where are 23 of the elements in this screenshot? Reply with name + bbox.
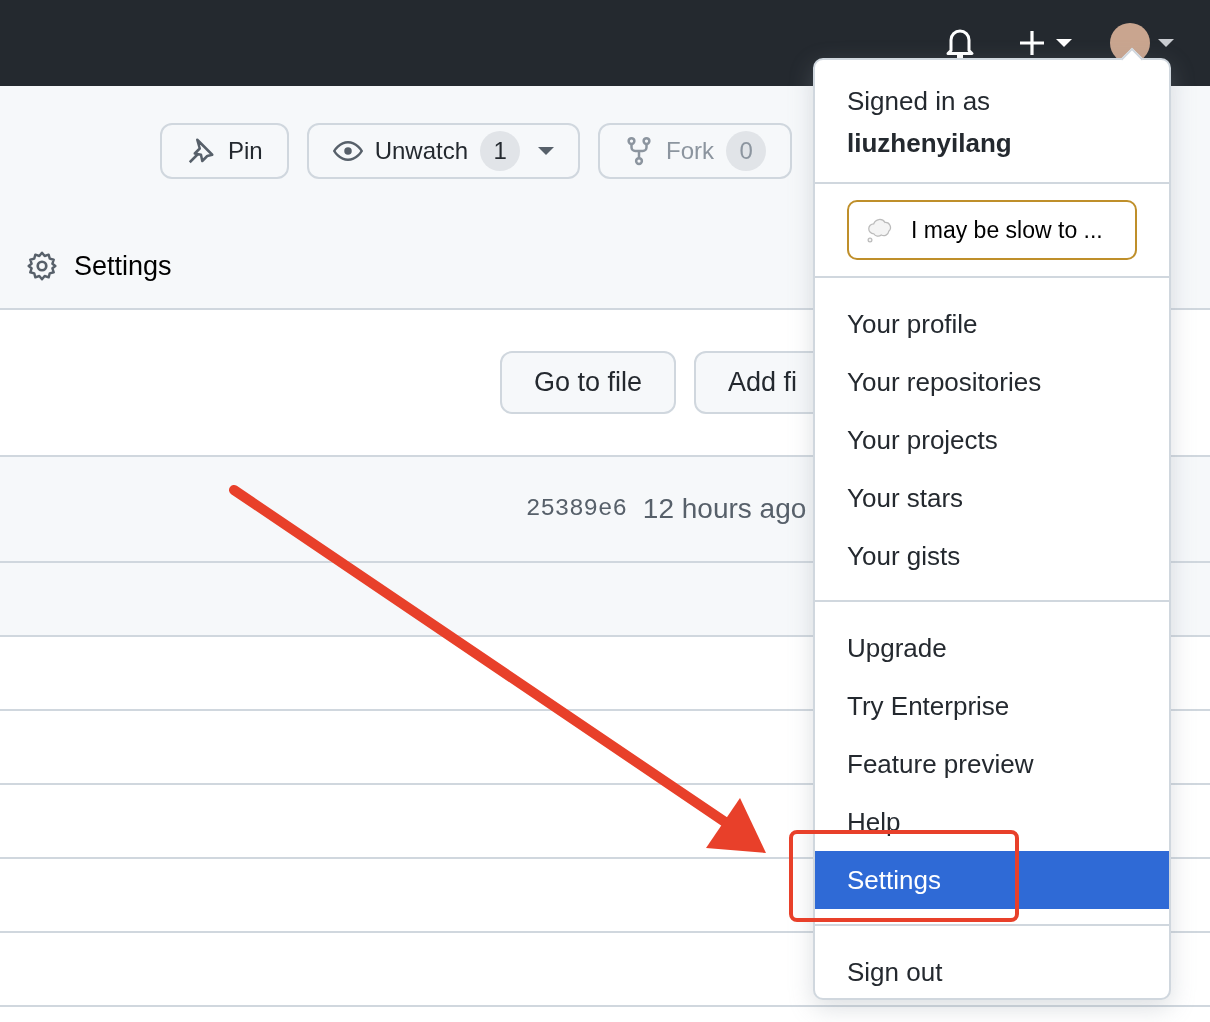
menu-item[interactable]: Your profile — [815, 295, 1169, 353]
menu-item[interactable]: Feature preview — [815, 735, 1169, 793]
menu-item[interactable]: Try Enterprise — [815, 677, 1169, 735]
settings-tab[interactable]: Settings — [0, 245, 178, 288]
signed-in-label: Signed in as — [847, 86, 991, 116]
menu-item[interactable]: Your projects — [815, 411, 1169, 469]
username: liuzhenyilang — [847, 127, 1013, 160]
gear-icon — [26, 250, 58, 283]
counter: 0 — [726, 131, 767, 171]
unwatch-button[interactable]: Unwatch 1 — [306, 123, 581, 179]
pin-button[interactable]: Pin — [160, 123, 289, 179]
commit-time: 12 hours ago — [642, 492, 807, 526]
menu-item[interactable]: Your stars — [815, 469, 1169, 527]
menu-item[interactable]: Settings — [815, 851, 1169, 909]
menu-item[interactable]: Sign out — [815, 943, 1169, 1001]
counter: 1 — [480, 131, 521, 171]
tab-label: Settings — [74, 250, 172, 283]
menu-item[interactable]: Upgrade — [815, 619, 1169, 677]
commit-sha[interactable]: 25389e6 — [526, 491, 627, 527]
status-button[interactable]: I may be slow to ... — [847, 200, 1137, 260]
go-to-file-button[interactable]: Go to file — [500, 351, 677, 414]
pin-icon — [186, 136, 216, 166]
menu-item[interactable]: Your gists — [815, 527, 1169, 585]
